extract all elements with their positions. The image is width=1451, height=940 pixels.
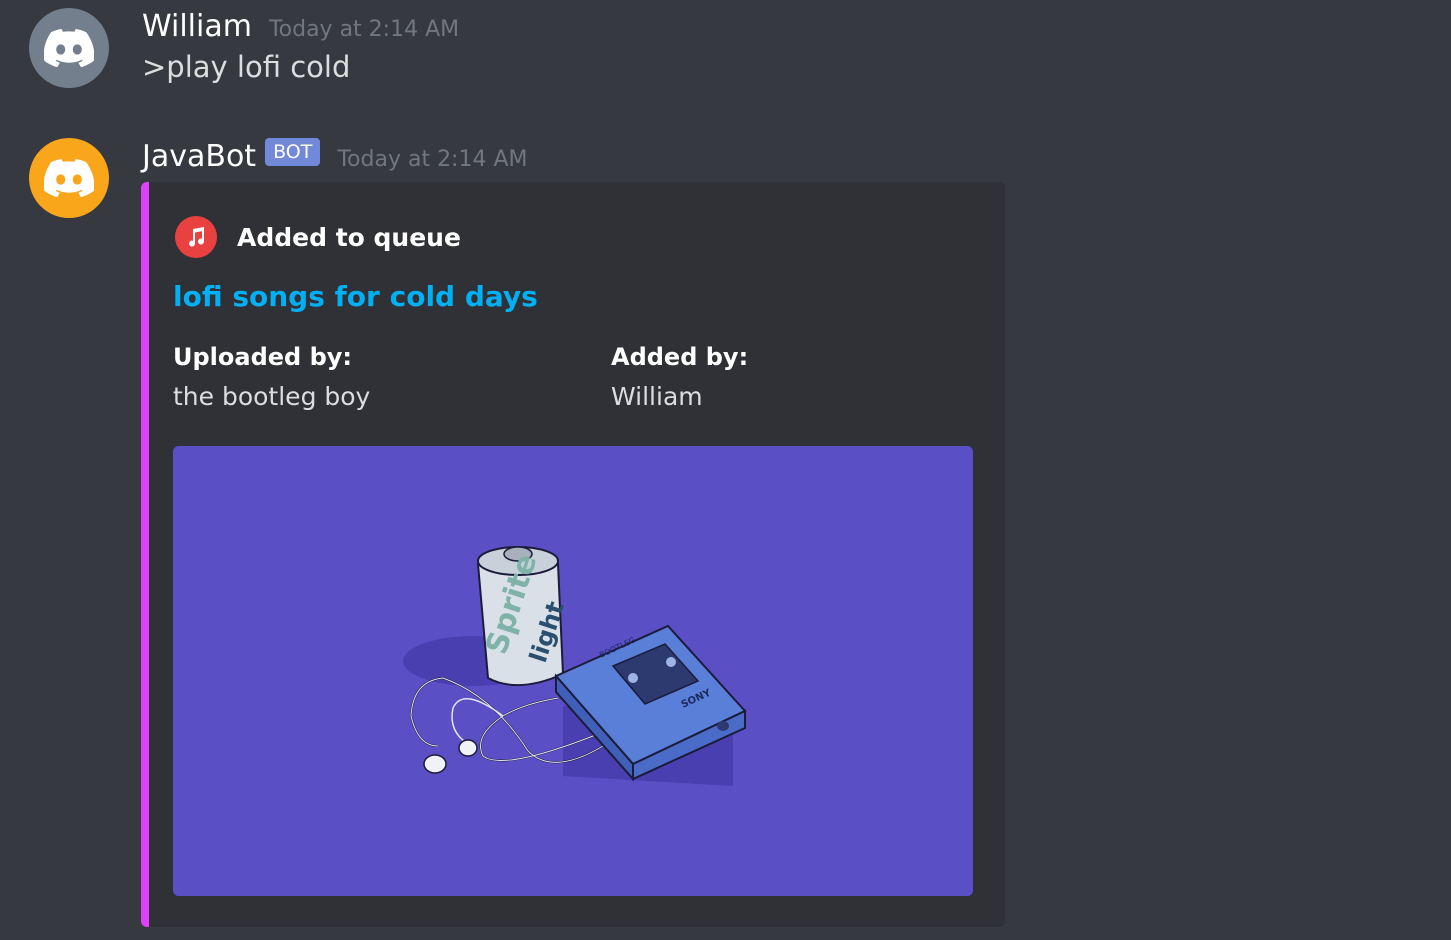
discord-logo-icon xyxy=(44,29,94,67)
embed-field-uploaded-by: Uploaded by: the bootleg boy xyxy=(173,340,370,414)
timestamp: Today at 2:14 AM xyxy=(268,16,460,42)
soda-can-icon: Sprite light xyxy=(476,546,570,687)
embed-author-name: Added to queue xyxy=(237,222,461,252)
embed: Added to queue lofi songs for cold days … xyxy=(141,182,1005,927)
field-value: William xyxy=(611,382,703,411)
avatar-javabot[interactable] xyxy=(29,138,109,218)
message-header: William Today at 2:14 AM xyxy=(142,6,459,46)
field-name: Uploaded by: xyxy=(173,343,352,371)
message-header: JavaBot BOT Today at 2:14 AM xyxy=(142,136,528,176)
message-javabot: JavaBot BOT Today at 2:14 AM Added to qu… xyxy=(0,130,1451,940)
field-value: the bootleg boy xyxy=(173,382,371,411)
embed-title-link[interactable]: lofi songs for cold days xyxy=(173,280,538,313)
timestamp: Today at 2:14 AM xyxy=(337,146,528,172)
embed-thumbnail-image[interactable]: Sprite light SONY BOOTLEG xyxy=(173,446,973,896)
username[interactable]: William xyxy=(142,9,252,44)
field-name: Added by: xyxy=(611,343,749,371)
message-text: >play lofi cold xyxy=(142,50,351,84)
embed-field-added-by: Added by: William xyxy=(611,340,748,414)
embed-author: Added to queue xyxy=(175,216,461,258)
username[interactable]: JavaBot xyxy=(142,139,256,174)
music-note-icon xyxy=(175,216,217,258)
bot-badge: BOT xyxy=(265,138,321,166)
discord-logo-icon xyxy=(44,159,94,197)
message-william: William Today at 2:14 AM >play lofi cold xyxy=(0,0,1451,110)
chat-messages: William Today at 2:14 AM >play lofi cold… xyxy=(0,0,1451,940)
avatar-william[interactable] xyxy=(29,8,109,88)
embed-accent-bar xyxy=(141,182,149,927)
